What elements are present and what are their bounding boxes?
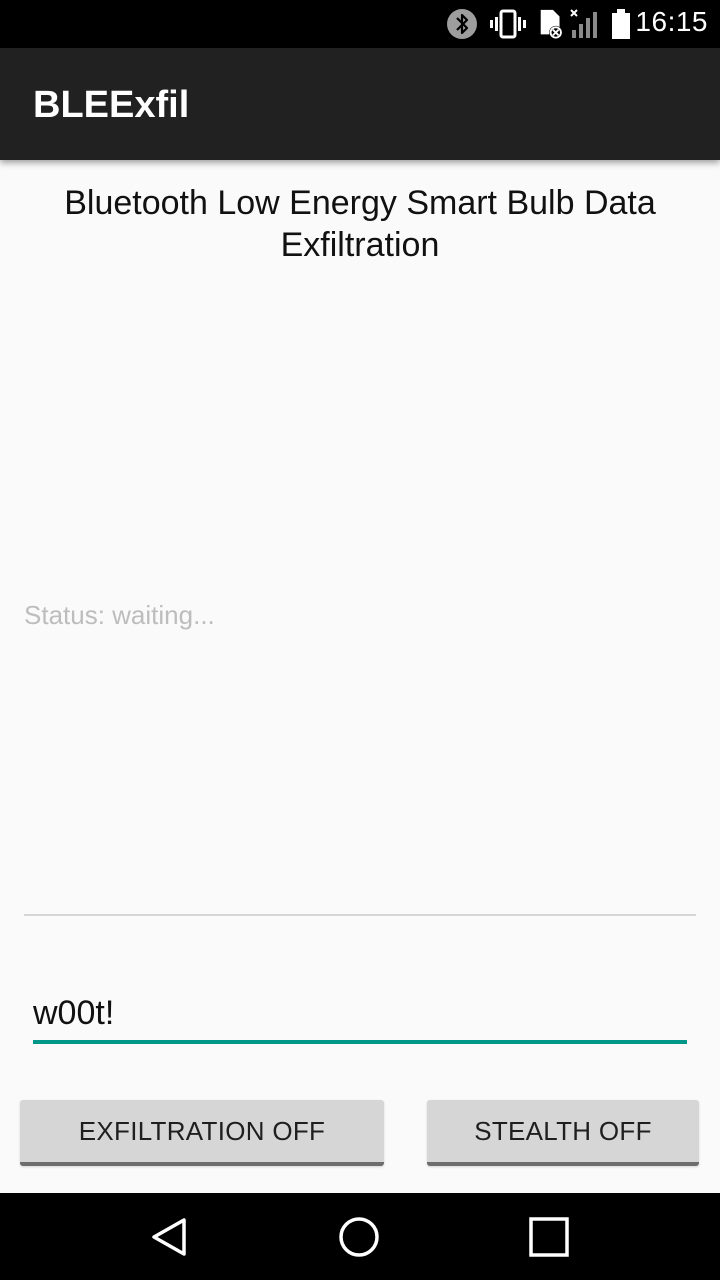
bluetooth-icon <box>447 9 477 39</box>
vibrate-icon <box>490 9 526 39</box>
message-field[interactable] <box>33 986 687 1044</box>
sim-card-icon <box>540 9 563 40</box>
home-icon[interactable] <box>336 1214 382 1260</box>
divider <box>24 914 696 916</box>
recents-icon[interactable] <box>526 1214 572 1260</box>
signal-icon <box>570 9 597 38</box>
stealth-toggle-button[interactable]: STEALTH OFF <box>427 1100 699 1166</box>
message-input[interactable] <box>33 986 687 1040</box>
main-content: Bluetooth Low Energy Smart Bulb Data Exf… <box>0 160 720 1193</box>
status-bar: 16:15 <box>0 0 720 48</box>
input-underline <box>33 1040 687 1044</box>
back-icon[interactable] <box>148 1214 194 1260</box>
app-title: BLEExfil <box>33 84 190 126</box>
exfiltration-toggle-button[interactable]: EXFILTRATION OFF <box>20 1100 384 1166</box>
clock: 16:15 <box>635 6 708 37</box>
page-headline: Bluetooth Low Energy Smart Bulb Data Exf… <box>64 184 656 264</box>
status-text: Status: waiting... <box>24 600 215 630</box>
battery-icon <box>612 9 630 39</box>
app-bar: BLEExfil <box>0 48 720 160</box>
navigation-bar <box>0 1193 720 1280</box>
